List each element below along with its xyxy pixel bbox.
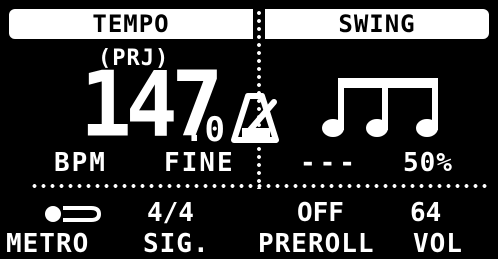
swing-value-left[interactable]: --- [300, 148, 359, 178]
fine-label: FINE [164, 148, 235, 178]
metronome-icon [231, 93, 279, 143]
triplet-notes-icon [322, 78, 438, 137]
volume-value[interactable]: 64 [410, 198, 441, 228]
bpm-label: BPM [54, 148, 107, 178]
tempo-swing-screen: TEMPO SWING (PRJ) 147 .0 BPM FINE --- 50… [0, 0, 498, 259]
signature-label: SIG. [143, 229, 210, 259]
toggle-icon[interactable] [43, 204, 103, 224]
bpm-fine-value[interactable]: .0 [184, 110, 225, 150]
signature-value[interactable]: 4/4 [147, 198, 194, 228]
preroll-label: PREROLL [258, 229, 375, 259]
preroll-value[interactable]: OFF [297, 198, 344, 228]
swing-value-right[interactable]: 50% [403, 148, 453, 178]
volume-label: VOL [413, 229, 463, 259]
tab-swing[interactable]: SWING [265, 9, 489, 39]
metro-label: METRO [6, 229, 90, 259]
horizontal-divider [30, 184, 490, 188]
tab-tempo[interactable]: TEMPO [9, 9, 253, 39]
